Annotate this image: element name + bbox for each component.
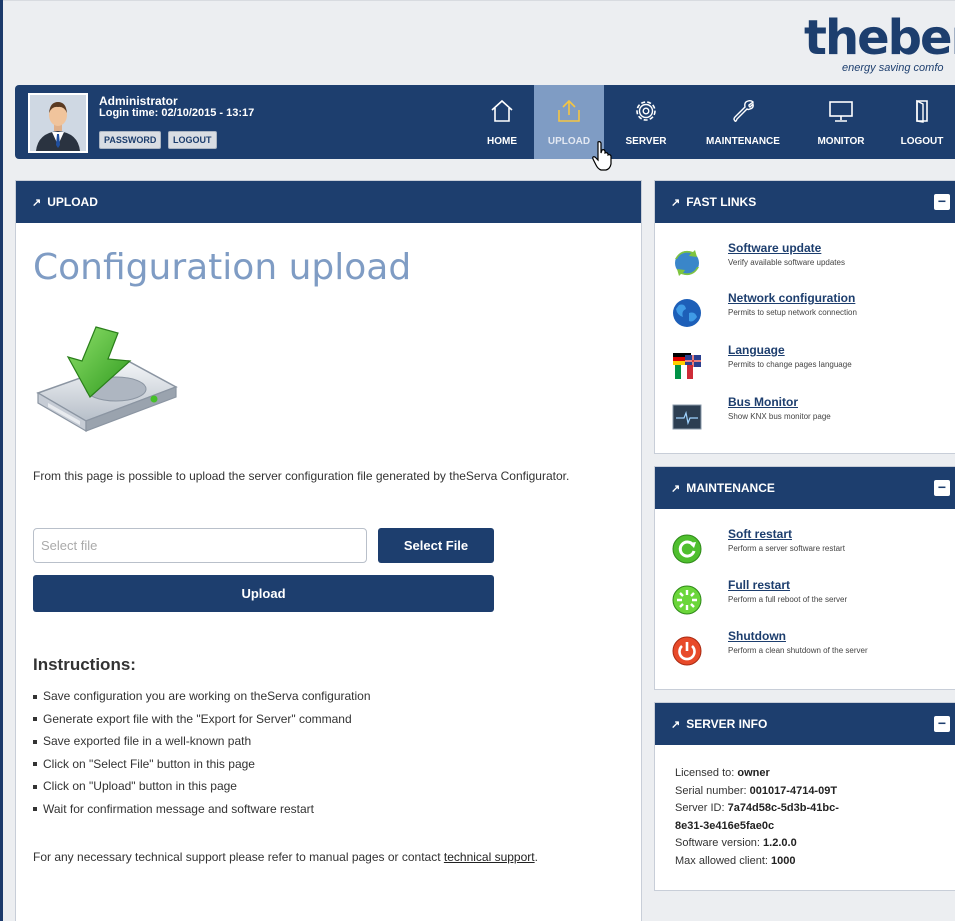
upload-panel-header[interactable]: ↗ UPLOAD [16,181,641,223]
link-description: Permits to change pages language [728,360,852,369]
top-border [3,0,955,1]
top-navigation-bar: Administrator Login time: 02/10/2015 - 1… [15,85,955,159]
nav-server[interactable]: SERVER [613,85,679,159]
brand-logo: theber energy saving comfo [795,14,955,76]
link-description: Perform a server software restart [728,544,845,553]
user-name: Administrator [99,94,178,108]
link-title[interactable]: Language [728,343,785,357]
list-item: Generate export file with the "Export fo… [33,708,371,731]
door-icon [916,99,928,123]
nav-logout[interactable]: LOGOUT [896,85,948,159]
maintenance-header[interactable]: ↗ MAINTENANCE − [655,467,955,509]
full-restart-icon [672,585,702,615]
fast-link-language[interactable]: Language Permits to change pages languag… [655,343,955,393]
brand-tagline: energy saving comfo [842,62,944,74]
server-info-header[interactable]: ↗ SERVER INFO − [655,703,955,745]
list-item: Save exported file in a well-known path [33,730,371,753]
server-info-details: Licensed to: owner Serial number: 001017… [675,765,839,870]
server-info-title: SERVER INFO [686,717,768,731]
nav-home-label: HOME [487,136,517,147]
login-time: Login time: 02/10/2015 - 13:17 [99,107,255,119]
upload-panel: ↗ UPLOAD Configuration upload From this p… [15,180,642,921]
shutdown-icon [672,636,702,666]
serial-number: Serial number: 001017-4714-09T [675,784,838,797]
nav-monitor[interactable]: MONITOR [810,85,872,159]
fast-link-bus-monitor[interactable]: Bus Monitor Show KNX bus monitor page [655,395,955,445]
fast-link-network-configuration[interactable]: Network configuration Permits to setup n… [655,291,955,341]
maintenance-title: MAINTENANCE [686,481,775,495]
upload-button[interactable]: Upload [33,575,494,612]
nav-monitor-label: MONITOR [817,136,865,147]
maintenance-full-restart[interactable]: Full restart Perform a full reboot of th… [655,578,955,628]
bus-monitor-icon [672,404,702,430]
brand-name: theber [804,14,955,66]
fast-links-title: FAST LINKS [686,195,757,209]
support-text: For any necessary technical support plea… [33,850,538,864]
fast-links-header[interactable]: ↗ FAST LINKS − [655,181,955,223]
link-description: Permits to setup network connection [728,308,857,317]
flags-icon [673,353,701,379]
header-logout-button[interactable]: LOGOUT [168,131,217,149]
instructions-list: Save configuration you are working on th… [33,685,371,820]
link-title[interactable]: Shutdown [728,629,786,643]
collapse-minus-icon[interactable]: − [934,716,950,732]
home-icon [491,99,513,122]
server-id-continued: 8e31-3e416e5fae0c [675,819,775,832]
server-info-panel: ↗ SERVER INFO − Licensed to: owner Serial… [654,702,955,891]
technical-support-link[interactable]: technical support [444,850,535,864]
link-description: Perform a clean shutdown of the server [728,646,868,655]
nav-logout-label: LOGOUT [900,136,944,147]
gear-icon [636,101,656,121]
wrench-icon [733,99,755,122]
fast-links-panel: ↗ FAST LINKS − Software update Verify ava… [654,180,955,454]
list-item: Click on "Upload" button in this page [33,775,371,798]
select-file-button[interactable]: Select File [378,528,494,563]
collapse-arrow-icon: ↗ [671,483,681,495]
upload-panel-title: UPLOAD [47,195,98,209]
globe-icon [673,299,701,327]
collapse-minus-icon[interactable]: − [934,194,950,210]
monitor-icon [829,101,853,122]
software-version: Software version: 1.2.0.0 [675,837,797,849]
upload-disk-icon [36,326,178,433]
link-title[interactable]: Network configuration [728,291,855,305]
list-item: Wait for confirmation message and softwa… [33,798,371,821]
page-description: From this page is possible to upload the… [33,469,570,483]
upload-icon [558,99,580,122]
soft-restart-icon [672,534,702,564]
link-title[interactable]: Soft restart [728,527,792,541]
max-allowed-client: Max allowed client: 1000 [675,854,796,867]
left-border [0,0,3,921]
nav-server-label: SERVER [625,136,667,147]
file-path-input[interactable]: Select file [33,528,367,563]
nav-maintenance-label: MAINTENANCE [706,136,780,147]
collapse-arrow-icon: ↗ [671,719,681,731]
maintenance-shutdown[interactable]: Shutdown Perform a clean shutdown of the… [655,629,955,679]
list-item: Save configuration you are working on th… [33,685,371,708]
list-item: Click on "Select File" button in this pa… [33,753,371,776]
nav-maintenance[interactable]: MAINTENANCE [698,85,788,159]
maintenance-soft-restart[interactable]: Soft restart Perform a server software r… [655,527,955,577]
collapse-arrow-icon: ↗ [32,197,42,209]
link-title[interactable]: Software update [728,241,821,255]
password-button[interactable]: PASSWORD [99,131,162,149]
avatar [28,93,88,153]
instructions-title: Instructions: [33,655,136,674]
page-title: Configuration upload [33,247,412,288]
link-description: Verify available software updates [728,258,845,267]
nav-home[interactable]: HOME [476,85,528,159]
collapse-arrow-icon: ↗ [671,197,681,209]
link-description: Show KNX bus monitor page [728,412,831,421]
maintenance-panel: ↗ MAINTENANCE − Soft restart Perform a se… [654,466,955,690]
link-description: Perform a full reboot of the server [728,595,848,604]
hand-cursor-icon [592,141,612,171]
software-update-icon [675,250,699,276]
server-id: Server ID: 7a74d58c-5d3b-41bc- [675,802,839,814]
licensed-to: Licensed to: owner [675,767,770,779]
link-title[interactable]: Bus Monitor [728,395,798,409]
link-title[interactable]: Full restart [728,578,790,592]
fast-link-software-update[interactable]: Software update Verify available softwar… [655,241,955,291]
collapse-minus-icon[interactable]: − [934,480,950,496]
